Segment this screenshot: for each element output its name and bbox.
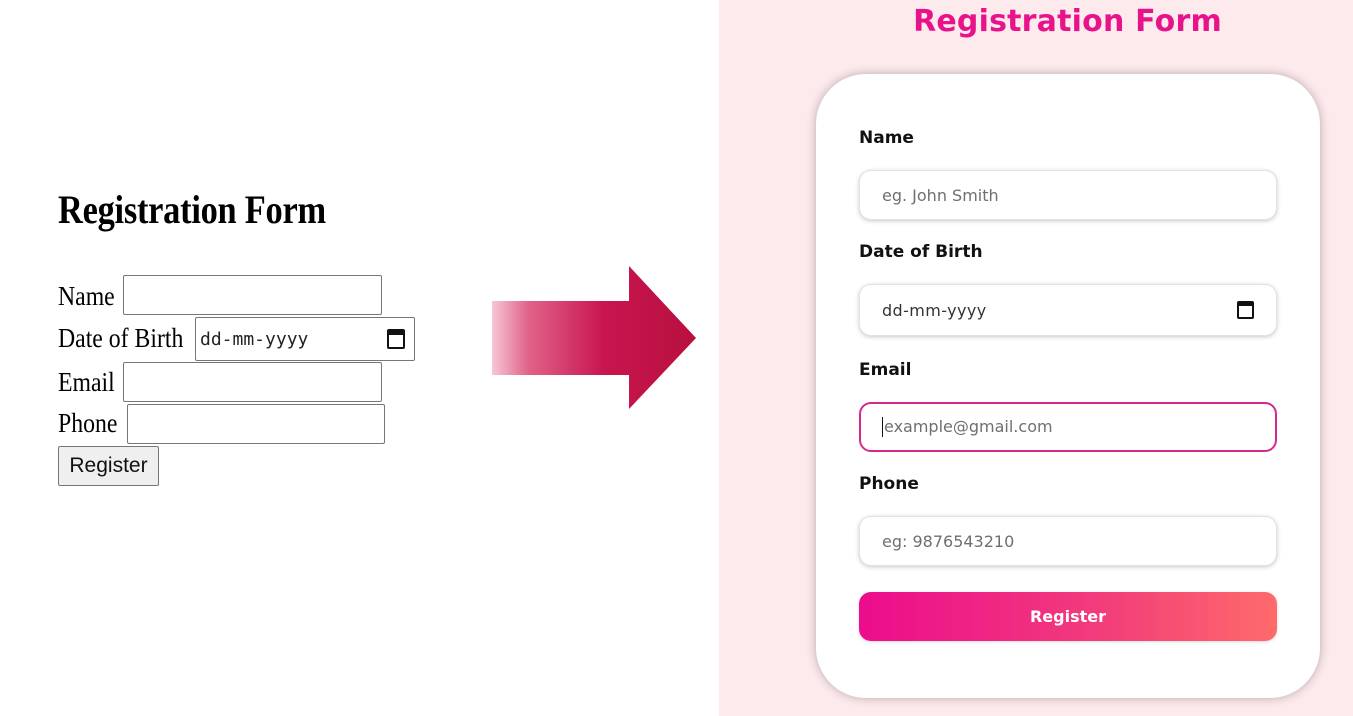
plain-phone-row: Phone: [58, 402, 126, 444]
plain-email-row: Email: [58, 361, 122, 403]
plain-name-label: Name: [58, 280, 115, 311]
plain-phone-input[interactable]: [127, 404, 385, 444]
phone-input[interactable]: eg: 9876543210: [859, 516, 1277, 566]
phone-label: Phone: [859, 474, 919, 494]
calendar-icon[interactable]: [387, 329, 405, 349]
right-arrow-icon: [492, 266, 696, 409]
plain-email-label: Email: [58, 366, 115, 397]
name-input[interactable]: eg. John Smith: [859, 170, 1277, 220]
name-label: Name: [859, 128, 914, 148]
dob-value: dd-mm-yyyy: [882, 300, 987, 320]
plain-email-input[interactable]: [123, 362, 382, 402]
form-card: Name eg. John Smith Date of Birth dd-mm-…: [816, 74, 1320, 698]
email-input[interactable]: example@gmail.com: [859, 402, 1277, 452]
email-label: Email: [859, 360, 912, 380]
email-placeholder-wrap: example@gmail.com: [882, 417, 1053, 438]
plain-name-input[interactable]: [123, 275, 382, 315]
plain-dob-input[interactable]: dd-mm-yyyy: [195, 317, 415, 361]
register-button[interactable]: Register: [859, 592, 1277, 641]
email-placeholder: example@gmail.com: [884, 416, 1053, 436]
plain-register-button[interactable]: Register: [58, 446, 159, 486]
plain-dob-row: Date of Birth: [58, 317, 200, 359]
name-placeholder: eg. John Smith: [882, 185, 999, 205]
dob-label: Date of Birth: [859, 242, 983, 262]
plain-dob-value: dd-mm-yyyy: [200, 328, 309, 350]
plain-dob-label: Date of Birth: [58, 322, 184, 353]
styled-form-panel: Registration Form Name eg. John Smith Da…: [719, 0, 1353, 716]
styled-form-title: Registration Form: [913, 4, 1222, 39]
calendar-icon[interactable]: [1237, 301, 1254, 319]
dob-input[interactable]: dd-mm-yyyy: [859, 284, 1277, 336]
plain-name-row: Name: [58, 275, 122, 317]
plain-phone-label: Phone: [58, 407, 118, 438]
text-caret: [882, 417, 883, 438]
phone-placeholder: eg: 9876543210: [882, 531, 1015, 551]
plain-form-title: Registration Form: [58, 187, 326, 232]
